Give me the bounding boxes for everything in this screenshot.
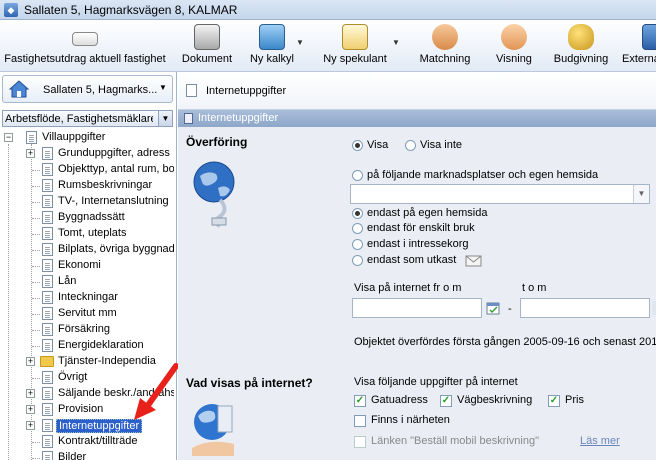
calendar-icon[interactable]	[486, 301, 500, 315]
workflow-select[interactable]: Arbetsflöde, Fastighetsmäklare ▼	[2, 110, 173, 127]
document-icon	[42, 451, 53, 460]
read-more-link[interactable]: Läs mer	[580, 435, 620, 447]
from-date-label: Visa på internet fr o m	[354, 282, 462, 294]
window-title: Sallaten 5, Hagmarksvägen 8, KALMAR	[24, 3, 238, 17]
tree-item[interactable]: Servitut mm	[26, 306, 174, 322]
tree-item-villauppgifter[interactable]: − Villauppgifter	[4, 130, 174, 146]
document-button[interactable]: Dokument	[178, 20, 236, 72]
tree-item[interactable]: TV-, Internetanslutning	[26, 194, 174, 210]
document-icon	[42, 291, 53, 304]
expand-icon[interactable]: +	[26, 149, 35, 158]
printer-label-icon	[72, 32, 98, 46]
document-icon	[42, 403, 53, 416]
printer-icon	[194, 24, 220, 50]
hand-icon	[501, 24, 527, 50]
collapse-icon[interactable]: −	[4, 133, 13, 142]
to-date-label: t o m	[522, 282, 547, 294]
visible-intro: Visa följande uppgifter på internet	[354, 376, 518, 388]
monitor-icon	[642, 24, 656, 50]
tree-item[interactable]: Bilder	[26, 450, 174, 460]
matching-button[interactable]: Matchning	[414, 20, 476, 72]
new-calculation-dropdown[interactable]: ▼	[296, 20, 306, 72]
property-selector[interactable]: Sallaten 5, Hagmarks... ▼	[2, 75, 173, 103]
expand-icon[interactable]: +	[26, 389, 35, 398]
contact-card-icon	[342, 24, 368, 50]
document-icon	[186, 84, 197, 97]
document-icon	[42, 227, 53, 240]
document-icon	[42, 195, 53, 208]
document-icon	[42, 243, 53, 256]
title-bar: ◆ Sallaten 5, Hagmarksvägen 8, KALMAR	[0, 0, 656, 20]
tree-item[interactable]: Tomt, uteplats	[26, 226, 174, 242]
chevron-down-icon: ▼	[633, 185, 649, 203]
external-button[interactable]: Externa	[620, 20, 656, 72]
document-icon	[42, 259, 53, 272]
document-icon	[42, 371, 53, 384]
document-icon	[42, 419, 53, 432]
property-extract-button[interactable]: Fastighetsutdrag aktuell fastighet	[2, 20, 168, 72]
tree-item[interactable]: + Grunduppgifter, adress	[26, 146, 174, 162]
document-icon	[42, 211, 53, 224]
document-icon	[42, 163, 53, 176]
envelope-icon[interactable]	[465, 253, 483, 267]
bidding-button[interactable]: Budgivning	[550, 20, 612, 72]
document-icon	[184, 113, 193, 124]
house-icon	[9, 80, 29, 98]
document-icon	[42, 179, 53, 192]
tree-item[interactable]: Försäkring	[26, 322, 174, 338]
page-header: Internetuppgifter	[178, 72, 656, 110]
new-prospect-button[interactable]: Ny spekulant	[318, 20, 392, 72]
tree-item[interactable]: Energideklaration	[26, 338, 174, 354]
viewing-button[interactable]: Visning	[492, 20, 536, 72]
tree-item[interactable]: Ekonomi	[26, 258, 174, 274]
tree-item[interactable]: Rumsbeskrivningar	[26, 178, 174, 194]
visible-title: Vad visas på internet?	[186, 376, 313, 390]
expand-icon[interactable]: +	[26, 421, 35, 430]
to-date-input[interactable]	[520, 298, 650, 318]
document-icon	[42, 147, 53, 160]
document-icon	[26, 131, 37, 144]
expand-icon[interactable]: +	[26, 357, 35, 366]
handshake-icon	[432, 24, 458, 50]
tree-item[interactable]: Lån	[26, 274, 174, 290]
tree-item[interactable]: Inteckningar	[26, 290, 174, 306]
new-prospect-dropdown[interactable]: ▼	[392, 20, 402, 72]
page-title: Internetuppgifter	[206, 85, 287, 97]
tree-item[interactable]: Objekttyp, antal rum, bo	[26, 162, 174, 178]
section-header-bar: Internetuppgifter	[178, 110, 656, 127]
transfer-status: Objektet överfördes första gången 2005-0…	[354, 336, 656, 348]
document-icon	[42, 275, 53, 288]
document-icon	[42, 307, 53, 320]
toolbar: Fastighetsutdrag aktuell fastighet Dokum…	[0, 20, 656, 72]
globe-network-icon	[193, 161, 235, 228]
money-bag-icon	[568, 24, 594, 50]
transfer-title: Överföring	[186, 135, 248, 149]
document-icon	[42, 339, 53, 352]
marketplace-select[interactable]: ▼	[350, 184, 650, 204]
calculator-icon	[259, 24, 285, 50]
tree-item[interactable]: Byggnadssätt	[26, 210, 174, 226]
property-label: Sallaten 5, Hagmarks...	[43, 84, 158, 96]
document-icon	[42, 323, 53, 336]
chevron-down-icon: ▼	[159, 83, 167, 92]
app-icon: ◆	[4, 3, 18, 17]
from-date-input[interactable]	[352, 298, 482, 318]
document-icon	[42, 435, 53, 448]
section-header-title: Internetuppgifter	[198, 112, 279, 124]
date-dash: -	[508, 303, 512, 315]
new-calculation-button[interactable]: Ny kalkyl	[246, 20, 298, 72]
tree-item[interactable]: Kontrakt/tillträde	[26, 434, 174, 450]
document-icon	[42, 387, 53, 400]
expand-icon[interactable]: +	[26, 405, 35, 414]
chevron-down-icon: ▼	[158, 111, 172, 126]
tree-item[interactable]: Bilplats, övriga byggnad	[26, 242, 174, 258]
folder-icon	[40, 356, 54, 367]
globe-hand-icon	[192, 404, 234, 456]
red-arrow-icon	[134, 363, 179, 420]
